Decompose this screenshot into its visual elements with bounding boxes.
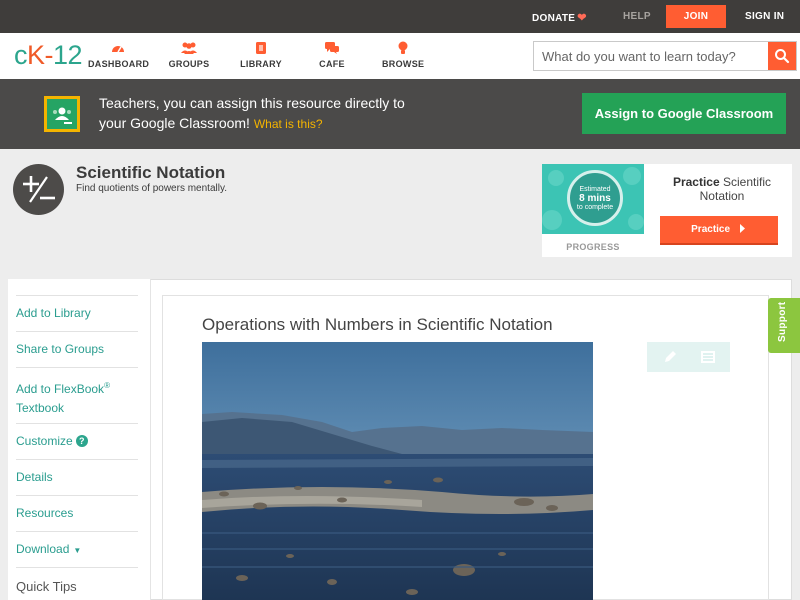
ck12-logo[interactable]: cK-12 [14, 40, 83, 71]
top-utility-bar: DONATE ❤ HELP JOIN SIGN IN [0, 0, 800, 33]
nav-library-label: LIBRARY [240, 59, 282, 69]
quick-tips-heading: Quick Tips [16, 567, 138, 600]
chevron-right-icon [739, 224, 745, 233]
nav-library[interactable]: LIBRARY [240, 40, 282, 69]
progress-graphic: Estimated 8 mins to complete [542, 164, 644, 234]
add-to-flexbook-link[interactable]: Add to FlexBook® Textbook [16, 367, 138, 423]
pencil-icon[interactable] [661, 348, 679, 366]
share-to-groups-link[interactable]: Share to Groups [16, 331, 138, 367]
assign-to-google-classroom-button[interactable]: Assign to Google Classroom [582, 93, 786, 134]
plus-minus-icon [13, 164, 64, 215]
lesson-tools [647, 342, 730, 372]
to-complete-label: to complete [576, 204, 614, 211]
concept-subtitle: Find quotients of powers mentally. [76, 183, 228, 194]
support-tab[interactable]: Support [768, 298, 800, 353]
add-to-library-link[interactable]: Add to Library [16, 295, 138, 331]
notes-icon[interactable] [699, 348, 717, 366]
practice-card: Estimated 8 mins to complete PROGRESS Pr… [542, 164, 792, 257]
search-input[interactable] [534, 42, 769, 70]
what-is-this-link[interactable]: What is this? [254, 117, 323, 131]
heart-icon: ❤ [577, 12, 587, 24]
practice-button[interactable]: Practice [660, 216, 778, 245]
main-nav: cK-12 DASHBOARD GROUPS LIBRARY CAFE BROW… [0, 33, 800, 79]
support-label: Support [777, 301, 788, 342]
nav-browse[interactable]: BROWSE [382, 40, 424, 69]
donate-label: DONATE [532, 13, 576, 24]
cafe-icon [318, 40, 346, 56]
sidebar: Add to Library Share to Groups Add to Fl… [8, 279, 151, 600]
search-box [533, 41, 797, 71]
estimated-time-badge: Estimated 8 mins to complete [567, 170, 623, 226]
browse-icon [382, 40, 424, 56]
sign-in-link[interactable]: SIGN IN [745, 11, 784, 22]
help-icon[interactable]: ? [75, 435, 88, 447]
google-classroom-icon [44, 96, 80, 132]
details-link[interactable]: Details [16, 459, 138, 495]
search-icon [775, 49, 790, 64]
practice-title: Practice Scientific Notation [672, 175, 772, 203]
nav-groups[interactable]: GROUPS [168, 40, 210, 69]
library-icon [240, 40, 282, 56]
banner-line-1: Teachers, you can assign this resource d… [99, 95, 405, 111]
nav-dashboard-label: DASHBOARD [88, 59, 150, 69]
groups-icon [168, 40, 210, 56]
search-button[interactable] [768, 42, 796, 70]
nav-cafe[interactable]: CAFE [318, 40, 346, 69]
nav-dashboard[interactable]: DASHBOARD [88, 40, 150, 69]
help-link[interactable]: HELP [623, 11, 651, 22]
banner-message: Teachers, you can assign this resource d… [99, 93, 449, 134]
banner-line-2: your Google Classroom! [99, 115, 250, 131]
resources-link[interactable]: Resources [16, 495, 138, 531]
dashboard-icon [88, 40, 148, 56]
join-button[interactable]: JOIN [666, 5, 726, 28]
concept-title: Scientific Notation [76, 163, 226, 182]
dropdown-arrow-icon: ▼ [73, 546, 82, 555]
download-link[interactable]: Download ▼ [16, 531, 138, 567]
progress-label: PROGRESS [566, 242, 620, 252]
mins-label: 8 mins [579, 193, 611, 204]
nav-cafe-label: CAFE [319, 59, 345, 69]
donate-link[interactable]: DONATE ❤ [532, 11, 587, 24]
lesson-photo [202, 342, 593, 600]
customize-link[interactable]: Customize? [16, 423, 138, 459]
nav-groups-label: GROUPS [168, 59, 210, 69]
nav-browse-label: BROWSE [382, 59, 425, 69]
lesson-title: Operations with Numbers in Scientific No… [202, 315, 553, 334]
